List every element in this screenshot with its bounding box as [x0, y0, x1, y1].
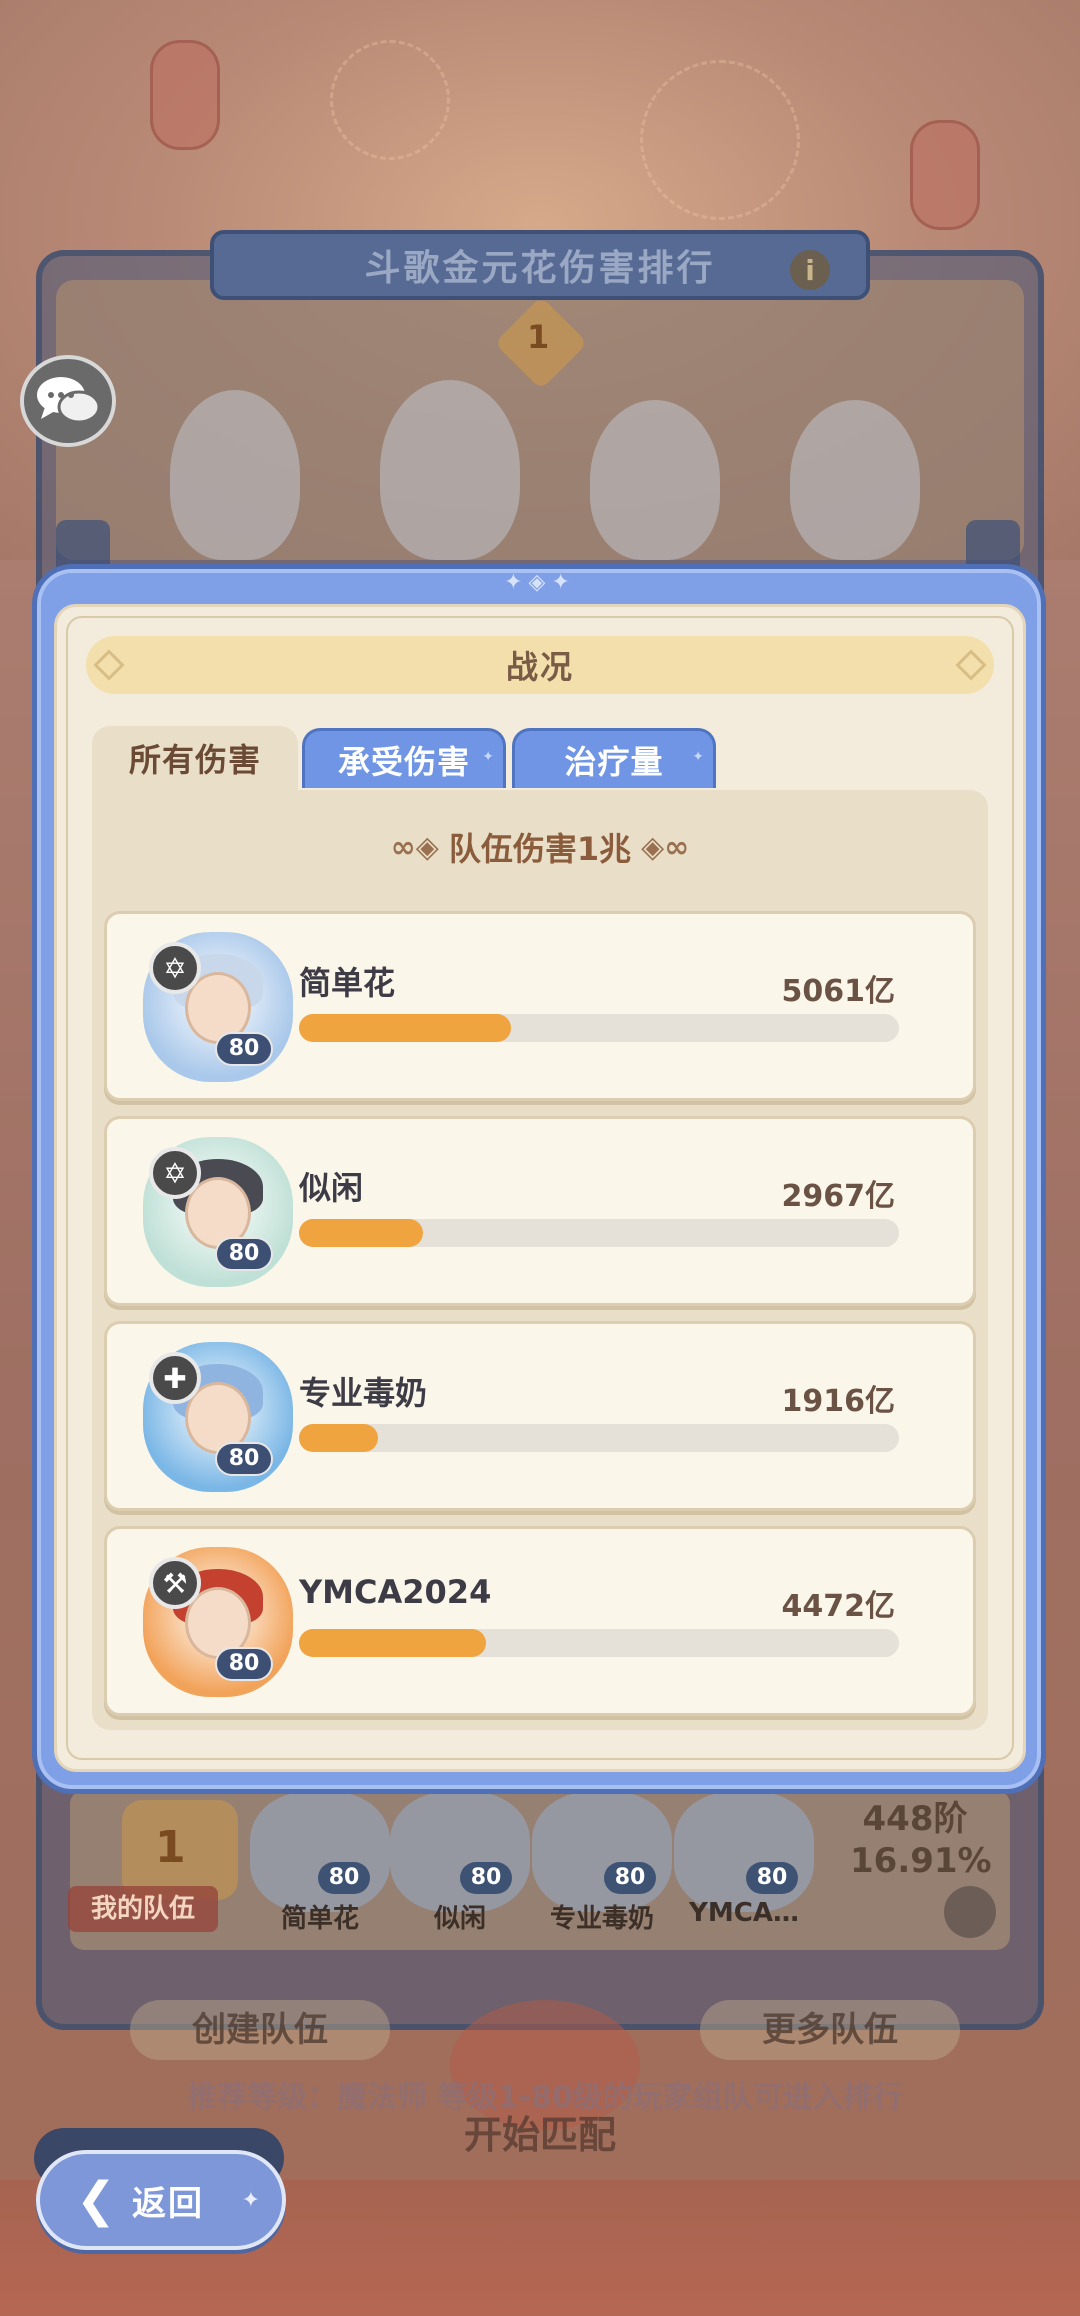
dialog-top-ornament: ✦◈✦ [504, 570, 576, 595]
player-row: ✚ 80 专业毒奶 1916亿 [104, 1321, 976, 1511]
start-match-button[interactable]: 开始匹配 [440, 2104, 640, 2159]
sparkle-icon: ✦ [241, 2187, 260, 2213]
team-member-avatar [674, 1792, 814, 1912]
team-member-level: 80 [746, 1862, 798, 1894]
damage-value: 2967亿 [781, 1179, 896, 1214]
team-member-name: 似闲 [433, 1904, 486, 1934]
tier-percent: 16.91% [850, 1841, 992, 1881]
diamond-icon [93, 649, 125, 681]
podium-character [590, 400, 720, 560]
damage-bar-fill [299, 1014, 511, 1042]
level-badge: 80 [215, 1647, 273, 1681]
tab-label: 承受伤害 [337, 742, 470, 781]
damage-bar-fill [299, 1424, 378, 1452]
ornament-right-icon: ◈∞ [641, 829, 690, 865]
team-member-level: 80 [460, 1862, 512, 1894]
chat-icon [37, 377, 101, 424]
damage-bar [299, 1014, 899, 1042]
role-icon: ⚒ [149, 1557, 201, 1609]
ranking-banner: 斗歌金元花伤害排行 i [210, 230, 870, 300]
back-label: 返回 [132, 2183, 204, 2224]
player-row: ✡ 80 简单花 5061亿 [104, 911, 976, 1101]
team-member-level: 80 [604, 1862, 656, 1894]
level-badge: 80 [215, 1032, 273, 1066]
diamond-icon [955, 649, 987, 681]
damage-value: 4472亿 [781, 1589, 896, 1624]
team-member-level: 80 [318, 1862, 370, 1894]
tab-healing[interactable]: 治疗量 ✦ [512, 728, 716, 788]
dialog-title-bar: 战况 [86, 636, 994, 694]
my-team-rank-number: 1 [155, 1822, 186, 1873]
my-team-tag: 我的队伍 [68, 1886, 218, 1932]
tab-all-damage[interactable]: 所有伤害 [92, 726, 298, 790]
ranking-title: 斗歌金元花伤害排行 [364, 248, 716, 289]
damage-bar-fill [299, 1629, 486, 1657]
role-icon: ✚ [149, 1352, 201, 1404]
more-team-button[interactable]: 更多队伍 [700, 2000, 960, 2060]
role-icon: ✡ [149, 942, 201, 994]
team-member-name: 简单花 [280, 1904, 359, 1934]
player-row: ✡ 80 似闲 2967亿 [104, 1116, 976, 1306]
level-badge: 80 [215, 1237, 273, 1271]
damage-bar [299, 1424, 899, 1452]
damage-value: 1916亿 [781, 1384, 896, 1419]
team-member-avatar [532, 1792, 672, 1912]
player-name: 专业毒奶 [299, 1374, 428, 1412]
create-team-button[interactable]: 创建队伍 [130, 2000, 390, 2060]
chat-bubble-button[interactable] [20, 355, 116, 447]
tier-value: 448阶 [862, 1799, 968, 1839]
podium-character [380, 380, 520, 560]
firework-decoration [330, 40, 450, 160]
team-total-header: ∞◈ 队伍伤害1兆 ◈∞ [92, 824, 988, 870]
sparkle-icon: ✦ [482, 749, 495, 765]
player-row: ⚒ 80 YMCA2024 4472亿 [104, 1526, 976, 1716]
back-button[interactable]: ❮ 返回 ✦ [36, 2150, 286, 2250]
damage-value: 5061亿 [781, 974, 896, 1009]
ornament-left-icon: ∞◈ [390, 829, 439, 865]
team-total-damage: 队伍伤害1兆 [448, 830, 632, 868]
podium-character [170, 390, 300, 560]
team-member-avatar [250, 1792, 390, 1912]
team-member-name: YMCA… [689, 1898, 799, 1928]
info-icon[interactable]: i [790, 250, 830, 290]
tab-damage-taken[interactable]: 承受伤害 ✦ [302, 728, 506, 788]
role-icon: ✡ [149, 1147, 201, 1199]
lantern-decoration [910, 120, 980, 230]
rank-number: 1 [527, 318, 550, 356]
back-chevron-icon: ❮ [75, 2172, 117, 2228]
team-member-name: 专业毒奶 [549, 1904, 654, 1934]
podium-character [790, 400, 920, 560]
player-name: 似闲 [299, 1169, 364, 1207]
lantern-decoration [150, 40, 220, 150]
damage-bar [299, 1219, 899, 1247]
player-name: 简单花 [299, 964, 396, 1002]
zoom-icon[interactable] [944, 1886, 996, 1938]
tab-label: 治疗量 [564, 742, 664, 781]
damage-bar [299, 1629, 899, 1657]
player-name: YMCA2024 [299, 1573, 492, 1611]
damage-bar-fill [299, 1219, 424, 1247]
level-badge: 80 [215, 1442, 273, 1476]
team-tier: 448阶 16.91% [850, 1798, 992, 1882]
team-member-avatar [390, 1792, 530, 1912]
tab-label: 所有伤害 [128, 741, 261, 779]
sparkle-icon: ✦ [692, 749, 705, 765]
dialog-title: 战况 [505, 648, 574, 686]
